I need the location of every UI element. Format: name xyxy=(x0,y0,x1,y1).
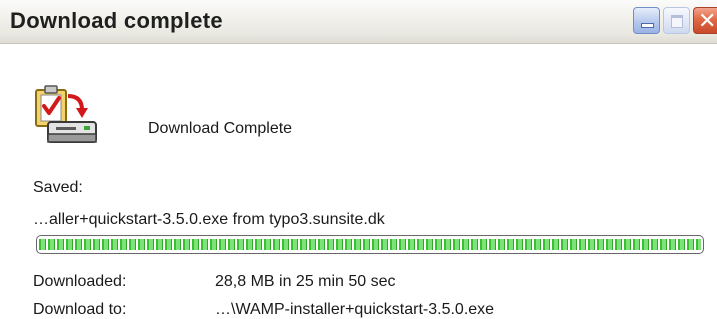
maximize-icon xyxy=(671,15,683,28)
close-button[interactable]: ✕ xyxy=(693,7,717,34)
downloaded-label: Downloaded: xyxy=(33,273,127,290)
download-complete-label: Download Complete xyxy=(148,120,293,137)
title-bar[interactable]: Download complete ✕ xyxy=(0,0,717,44)
download-complete-icon xyxy=(35,85,97,143)
progress-fill xyxy=(39,239,701,250)
download-complete-window: Download complete ✕ Download Complete Sa… xyxy=(0,0,717,319)
download-to-label: Download to: xyxy=(33,301,127,318)
saved-file-name: …aller+quickstart-3.5.0.exe from typo3.s… xyxy=(33,211,385,228)
download-to-value: …\WAMP-installer+quickstart-3.5.0.exe xyxy=(215,301,495,318)
minimize-icon xyxy=(641,23,654,28)
downloaded-value: 28,8 MB in 25 min 50 sec xyxy=(215,273,396,290)
minimize-button[interactable] xyxy=(633,7,660,34)
dialog-content: Download Complete Saved: …aller+quicksta… xyxy=(0,44,717,319)
maximize-button[interactable] xyxy=(663,7,690,34)
download-progress-bar xyxy=(36,235,704,254)
close-icon: ✕ xyxy=(698,9,717,34)
window-title: Download complete xyxy=(10,8,223,33)
saved-label: Saved: xyxy=(33,179,83,196)
